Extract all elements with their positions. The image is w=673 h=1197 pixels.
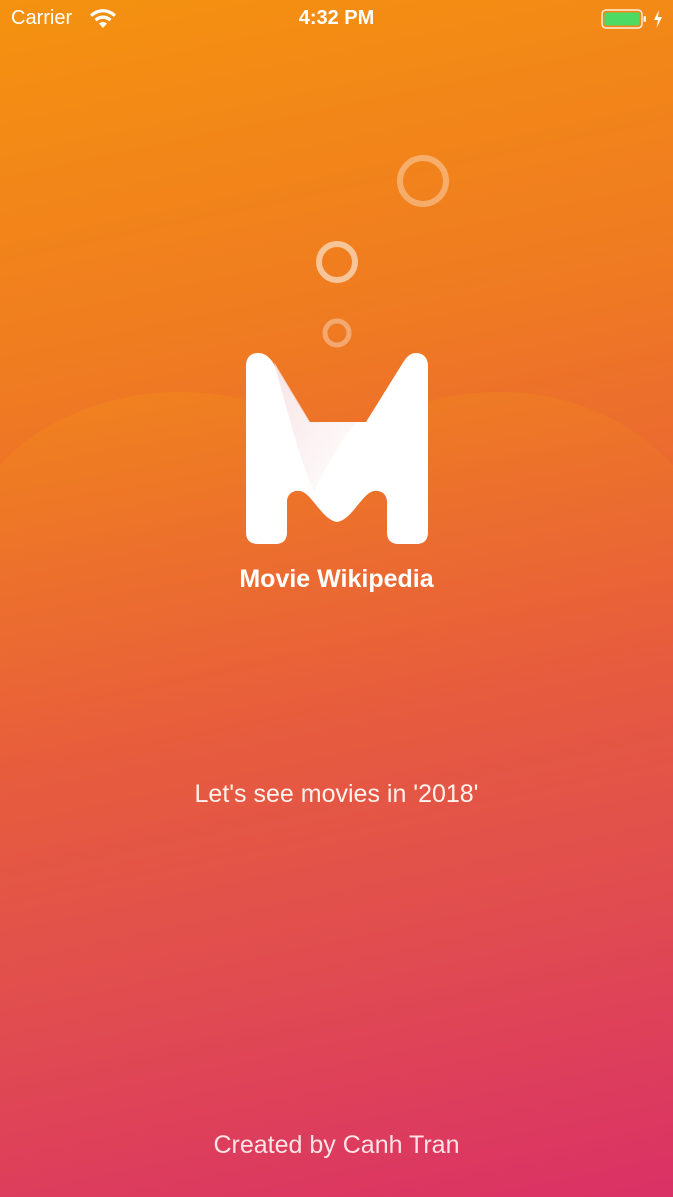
- bubble-medium: [316, 241, 358, 283]
- movie-m-logo-icon: [246, 353, 428, 544]
- tagline-text: Let's see movies in '2018': [194, 780, 479, 808]
- app-title: Movie Wikipedia: [239, 565, 434, 593]
- splash-screen: Carrier 4:32 PM Movie Wikipedia Let's se…: [0, 0, 673, 1197]
- bubbles-decoration: [316, 155, 449, 348]
- bubble-large: [397, 155, 449, 207]
- credit-text: Created by Canh Tran: [213, 1131, 460, 1159]
- bubble-small: [322, 318, 352, 348]
